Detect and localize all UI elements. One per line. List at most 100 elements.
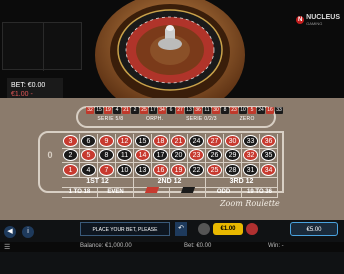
number-label: 10 [117, 164, 132, 177]
racetrack-number[interactable]: 36 [194, 107, 202, 114]
racetrack-number[interactable]: 34 [158, 107, 166, 114]
racetrack-number[interactable]: 32 [86, 107, 94, 114]
number-cell[interactable]: 9 [98, 134, 116, 149]
cash-display[interactable]: €5.00 [290, 222, 338, 236]
zero-bet[interactable]: 0 [40, 134, 60, 176]
menu-icon[interactable]: ☰ [4, 243, 10, 251]
racetrack-number[interactable]: 2 [131, 107, 139, 114]
number-cell[interactable]: 20 [170, 148, 188, 164]
sector-label[interactable]: SERIE 0/2/3 [186, 116, 217, 124]
racetrack-number[interactable]: 17 [149, 107, 157, 114]
outside-bet[interactable]: ODD [206, 187, 242, 198]
red-bet[interactable] [134, 187, 170, 198]
racetrack-number[interactable]: 8 [221, 107, 229, 114]
racetrack-number[interactable]: 23 [230, 107, 238, 114]
number-cell[interactable]: 24 [188, 134, 206, 149]
number-label: 3 [63, 134, 78, 147]
number-cell[interactable]: 14 [134, 148, 152, 164]
number-label: 16 [153, 164, 168, 177]
number-label: 8 [99, 149, 114, 162]
racetrack-sectors[interactable]: SERIE 5/8 ORPH. SERIE 0/2/3 ZERO [86, 116, 266, 124]
number-label: 24 [189, 134, 204, 147]
number-label: 5 [81, 149, 96, 162]
racetrack-number[interactable]: 4 [113, 107, 121, 114]
racetrack-number[interactable]: 5 [248, 107, 256, 114]
racetrack-number[interactable]: 27 [176, 107, 184, 114]
history-panel [2, 22, 82, 71]
number-cell[interactable]: 23 [188, 148, 206, 164]
number-cell[interactable]: 12 [116, 134, 134, 149]
sector-label[interactable]: SERIE 5/8 [97, 116, 123, 124]
number-label: 28 [225, 164, 240, 177]
number-cell[interactable]: 8 [98, 148, 116, 164]
number-cell[interactable]: 36 [260, 134, 278, 149]
number-label: 29 [225, 149, 240, 162]
number-label: 18 [153, 134, 168, 147]
sector-label[interactable]: ZERO [240, 116, 255, 124]
number-cell[interactable]: 27 [206, 134, 224, 149]
number-cell[interactable]: 2 [62, 148, 80, 164]
racetrack-number[interactable]: 25 [140, 107, 148, 114]
number-label: 33 [243, 134, 258, 147]
racetrack-number[interactable]: 30 [212, 107, 220, 114]
bet-text: Bet: €0.00 [184, 243, 212, 249]
number-cell[interactable]: 21 [170, 134, 188, 149]
racetrack-number[interactable]: 24 [257, 107, 265, 114]
black-bet[interactable] [170, 187, 206, 198]
outside-bet[interactable]: 19 TO 36 [242, 187, 278, 198]
zoom-roulette-brand: Zoom Roulette [220, 199, 280, 208]
chip-prev-icon[interactable] [198, 223, 210, 235]
outside-bet[interactable]: EVEN [98, 187, 134, 198]
number-cell[interactable]: 5 [80, 148, 98, 164]
number-cell[interactable]: 32 [242, 148, 260, 164]
logo-name: NUCLEUS [306, 14, 340, 21]
status-bar [0, 242, 344, 252]
number-label: 9 [99, 134, 114, 147]
racetrack-number[interactable]: 6 [167, 107, 175, 114]
racetrack-numbers[interactable]: 32 15 19 4 21 2 25 17 34 6 27 13 36 11 30 8 23 10 5 24 16 33 [86, 107, 283, 115]
number-cell[interactable]: 6 [80, 134, 98, 149]
number-label: 26 [207, 149, 222, 162]
racetrack-number[interactable]: 33 [275, 107, 283, 114]
sound-icon[interactable]: ◀ [4, 226, 16, 238]
logo-mark-icon: N [296, 16, 305, 24]
number-label: 6 [81, 134, 96, 147]
number-cell[interactable]: 18 [152, 134, 170, 149]
chip-next-icon[interactable] [246, 223, 258, 235]
nucleus-logo: N NUCLEUS GAMING [296, 14, 340, 26]
number-label: 20 [171, 149, 186, 162]
racetrack-number[interactable]: 16 [266, 107, 274, 114]
racetrack-number[interactable]: 11 [203, 107, 211, 114]
outside-bets: 1 TO 18 EVEN ODD 19 TO 36 [62, 187, 278, 198]
number-cell[interactable]: 33 [242, 134, 260, 149]
racetrack-number[interactable]: 10 [239, 107, 247, 114]
racetrack-number[interactable]: 13 [185, 107, 193, 114]
number-label: 35 [261, 149, 276, 162]
racetrack-number[interactable]: 15 [95, 107, 103, 114]
roulette-wheel [95, 0, 245, 117]
sector-label[interactable]: ORPH. [146, 116, 163, 124]
number-label: 11 [117, 149, 132, 162]
number-cell[interactable]: 29 [224, 148, 242, 164]
number-cell[interactable]: 3 [62, 134, 80, 149]
number-cell[interactable]: 15 [134, 134, 152, 149]
number-label: 36 [261, 134, 276, 147]
number-cell[interactable]: 11 [116, 148, 134, 164]
number-grid: 3 6 9 12 15 18 21 24 27 30 33 36 2 5 8 11 14 17 20 23 26 29 32… [62, 134, 278, 178]
number-cell[interactable]: 26 [206, 148, 224, 164]
number-label: 1 [63, 164, 78, 177]
number-label: 31 [243, 164, 258, 177]
number-label: 15 [135, 134, 150, 147]
outside-bet[interactable]: 1 TO 18 [62, 187, 98, 198]
number-label: 25 [207, 164, 222, 177]
number-cell[interactable]: 35 [260, 148, 278, 164]
number-cell[interactable]: 30 [224, 134, 242, 149]
undo-button[interactable]: ↶ [175, 222, 187, 236]
logo-sub: GAMING [306, 21, 323, 26]
info-icon[interactable]: i [22, 226, 34, 238]
number-cell[interactable]: 17 [152, 148, 170, 164]
number-label: 19 [171, 164, 186, 177]
racetrack-number[interactable]: 21 [122, 107, 130, 114]
racetrack-number[interactable]: 19 [104, 107, 112, 114]
chip-selected[interactable]: €1.00 [213, 223, 243, 235]
